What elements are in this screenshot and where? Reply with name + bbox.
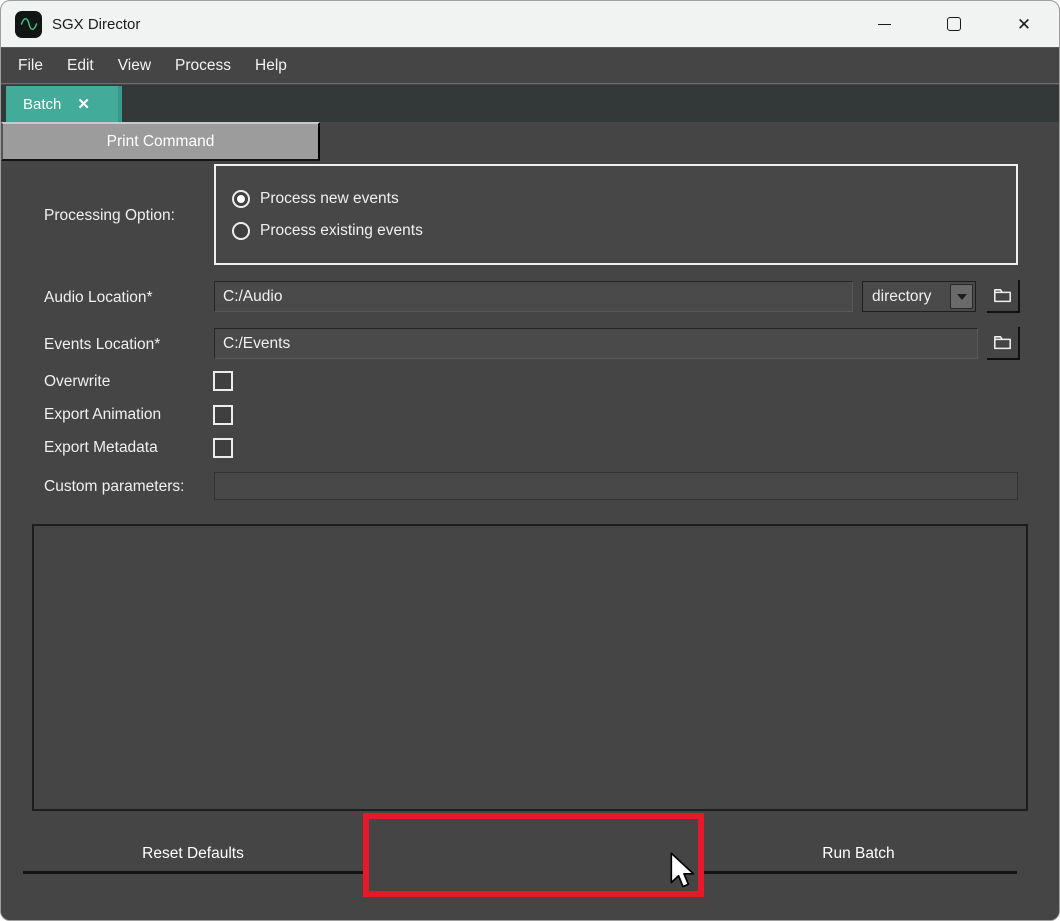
menu-help[interactable]: Help: [243, 48, 299, 83]
menu-process[interactable]: Process: [163, 48, 243, 83]
radio-process-existing-events-label: Process existing events: [260, 222, 423, 240]
overwrite-label: Overwrite: [44, 373, 110, 391]
maximize-icon: [947, 17, 961, 31]
audio-location-type-value: directory: [872, 288, 950, 306]
radio-row-existing-events[interactable]: Process existing events: [232, 222, 1016, 240]
window-title: SGX Director: [52, 16, 140, 33]
minimize-icon: [878, 24, 891, 25]
batch-panel: Processing Option: Process new events Pr…: [1, 122, 1059, 920]
radio-row-new-events[interactable]: Process new events: [232, 190, 1016, 208]
events-location-browse-button[interactable]: [987, 327, 1020, 360]
dropdown-arrow-button[interactable]: [950, 284, 973, 309]
run-batch-button[interactable]: Run Batch: [700, 836, 1017, 874]
audio-location-label: Audio Location*: [44, 289, 153, 307]
radio-process-new-events[interactable]: [232, 190, 250, 208]
overwrite-checkbox[interactable]: [213, 371, 233, 391]
menu-file[interactable]: File: [6, 48, 55, 83]
minimize-button[interactable]: [861, 1, 907, 48]
tab-close-icon[interactable]: ✕: [77, 95, 90, 113]
radio-process-existing-events[interactable]: [232, 222, 250, 240]
export-animation-label: Export Animation: [44, 406, 161, 424]
export-animation-checkbox[interactable]: [213, 405, 233, 425]
window-controls: ✕: [861, 1, 1047, 48]
title-bar: SGX Director ✕: [1, 1, 1059, 48]
menu-edit[interactable]: Edit: [55, 48, 106, 83]
chevron-down-icon: [957, 294, 967, 300]
close-icon: ✕: [1017, 16, 1031, 33]
events-location-label: Events Location*: [44, 336, 160, 354]
mouse-cursor: [669, 852, 697, 892]
tab-batch-label: Batch: [23, 96, 61, 113]
processing-option-group: Process new events Process existing even…: [214, 164, 1018, 265]
custom-parameters-label: Custom parameters:: [44, 478, 184, 496]
audio-location-input[interactable]: [214, 281, 853, 312]
processing-option-label: Processing Option:: [44, 207, 175, 225]
events-location-input[interactable]: [214, 328, 978, 359]
app-logo-icon: [15, 11, 42, 38]
output-console[interactable]: [32, 524, 1028, 811]
menu-view[interactable]: View: [106, 48, 163, 83]
print-command-button[interactable]: Print Command: [1, 122, 320, 161]
folder-icon: [993, 287, 1012, 304]
export-metadata-checkbox[interactable]: [213, 438, 233, 458]
close-button[interactable]: ✕: [1001, 1, 1047, 48]
tab-bar: Batch ✕: [1, 85, 1059, 122]
radio-process-new-events-label: Process new events: [260, 190, 399, 208]
custom-parameters-input[interactable]: [214, 472, 1018, 500]
export-metadata-label: Export Metadata: [44, 439, 158, 457]
maximize-button[interactable]: [931, 1, 977, 48]
folder-icon: [993, 334, 1012, 351]
audio-location-browse-button[interactable]: [987, 280, 1020, 313]
audio-location-type-dropdown[interactable]: directory: [862, 281, 976, 312]
app-window: SGX Director ✕ File Edit View Process He…: [0, 0, 1060, 921]
reset-defaults-button[interactable]: Reset Defaults: [23, 836, 363, 874]
menu-bar: File Edit View Process Help: [1, 48, 1059, 84]
annotation-highlight-box: [363, 813, 704, 897]
tab-batch[interactable]: Batch ✕: [6, 86, 122, 122]
